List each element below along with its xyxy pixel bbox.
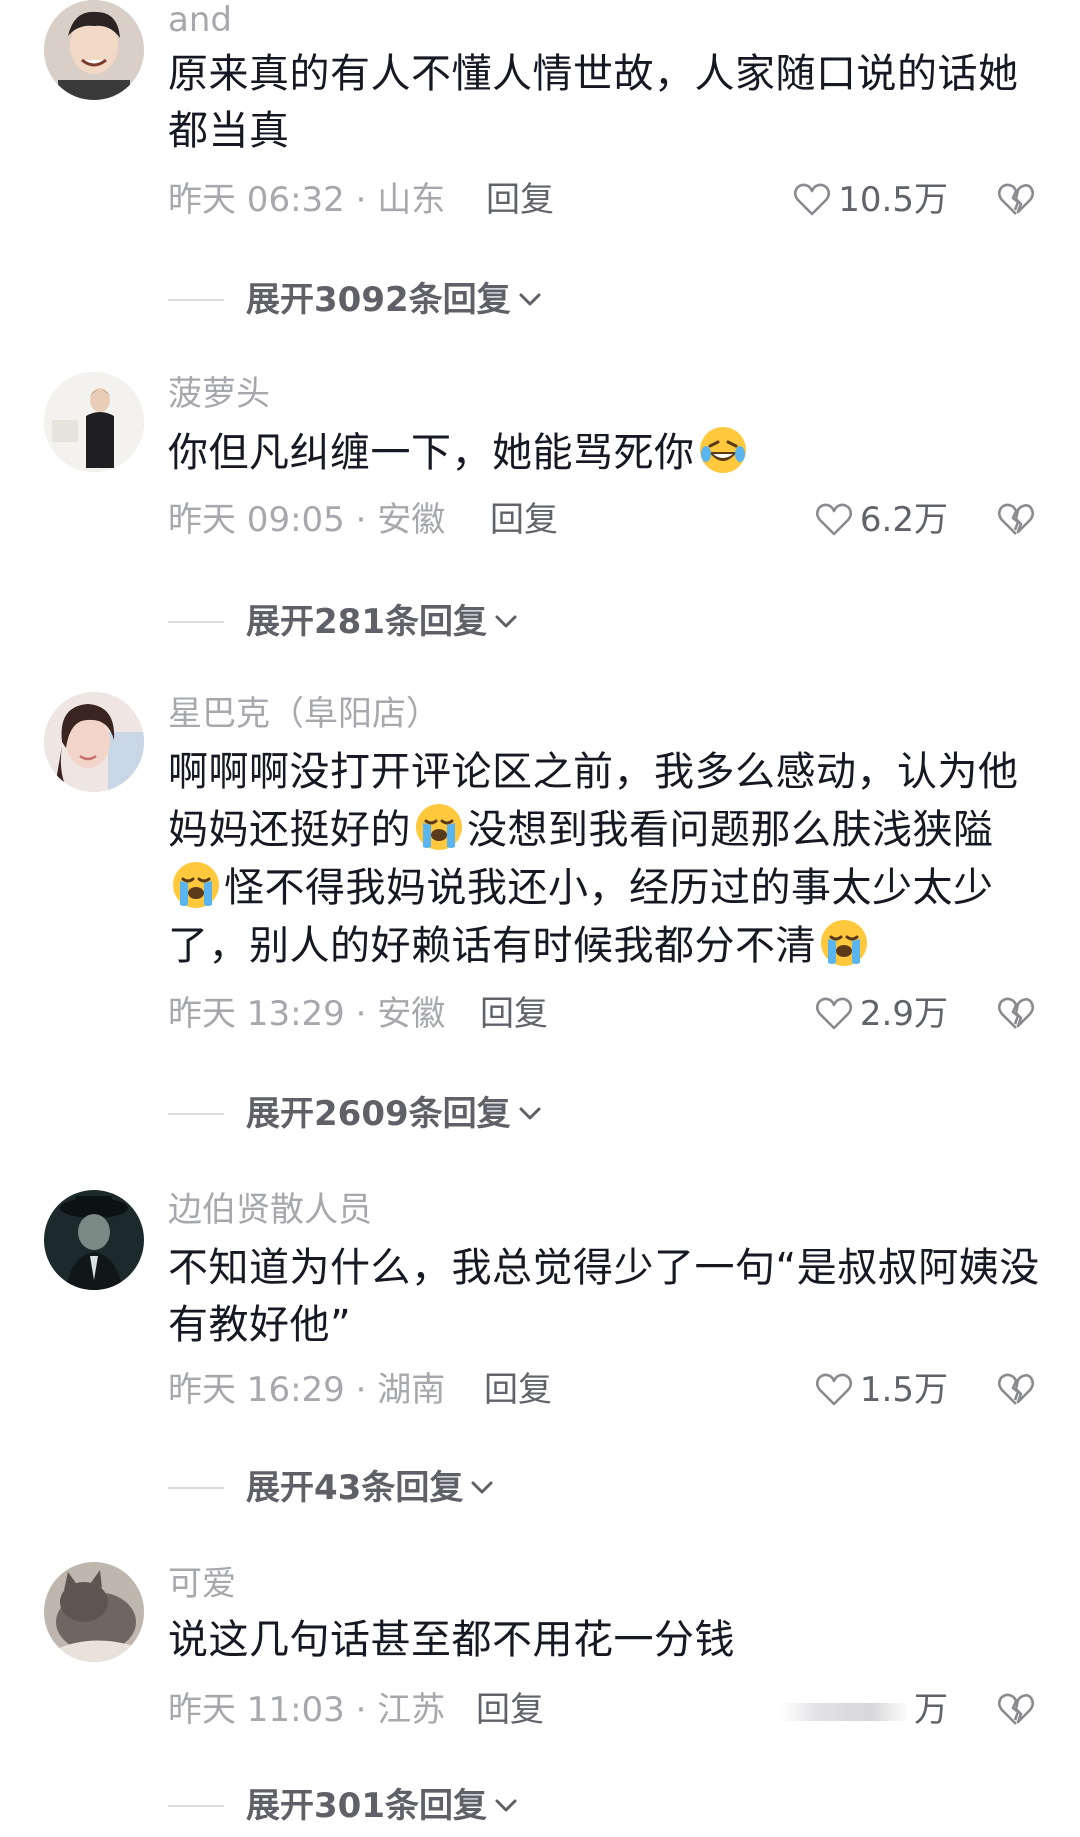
expand-replies-label: 展开43条回复 xyxy=(246,1468,464,1508)
reply-button[interactable]: 回复 xyxy=(490,500,558,540)
loudly-crying-emoji xyxy=(818,917,870,969)
like-count: 万 xyxy=(914,1690,948,1730)
comment-text: 不知道为什么，我总觉得少了一句“是叔叔阿姨没有教好他” xyxy=(168,1245,1040,1348)
chevron-down-icon xyxy=(519,293,541,306)
expand-replies-label: 展开2609条回复 xyxy=(246,1094,511,1134)
broken-heart-icon[interactable] xyxy=(996,180,1036,220)
heart-outline-icon xyxy=(815,997,852,1030)
like-button[interactable]: 2.9万 xyxy=(814,994,948,1034)
expand-replies-button[interactable]: 展开2609条回复 xyxy=(168,1094,545,1134)
reply-button[interactable]: 回复 xyxy=(484,1370,552,1410)
expand-replies-label: 展开281条回复 xyxy=(246,602,487,642)
rolling-on-floor-laughing-emoji xyxy=(697,424,749,476)
broken-heart-icon[interactable] xyxy=(996,994,1036,1034)
reply-button[interactable]: 回复 xyxy=(486,180,554,220)
comment-time-location: 昨天 13:29 · 安徽 xyxy=(168,994,446,1034)
loudly-crying-emoji xyxy=(413,801,465,853)
username[interactable]: 边伯贤散人员 xyxy=(168,1190,372,1230)
username[interactable]: 菠萝头 xyxy=(168,374,270,414)
like-count: 10.5万 xyxy=(838,180,948,220)
comment-time-location: 昨天 11:03 · 江苏 xyxy=(168,1690,446,1730)
heart-outline-icon xyxy=(815,503,852,536)
comment-time-location: 昨天 16:29 · 湖南 xyxy=(168,1370,446,1410)
avatar[interactable] xyxy=(44,372,144,472)
divider xyxy=(168,1487,224,1489)
like-count: 1.5万 xyxy=(859,1370,948,1410)
avatar[interactable] xyxy=(44,1190,144,1290)
reply-button[interactable]: 回复 xyxy=(476,1690,544,1730)
expand-replies-button[interactable]: 展开301条回复 xyxy=(168,1786,521,1826)
comment-time-location: 昨天 06:32 · 山东 xyxy=(168,180,446,220)
reply-button[interactable]: 回复 xyxy=(480,994,548,1034)
like-button[interactable]: 10.5万 xyxy=(792,180,948,220)
expand-replies-label: 展开301条回复 xyxy=(246,1786,487,1826)
expand-replies-label: 展开3092条回复 xyxy=(246,280,511,320)
heart-outline-icon xyxy=(794,183,831,216)
chevron-down-icon xyxy=(495,1799,517,1812)
like-button[interactable]: 万 xyxy=(780,1690,948,1730)
expand-replies-button[interactable]: 展开3092条回复 xyxy=(168,280,545,320)
broken-heart-icon[interactable] xyxy=(996,1690,1036,1730)
comment-time-location: 昨天 09:05 · 安徽 xyxy=(168,500,446,540)
divider xyxy=(168,1113,224,1115)
divider xyxy=(168,299,224,301)
divider xyxy=(168,621,224,623)
like-count: 2.9万 xyxy=(859,994,948,1034)
comment-text: 原来真的有人不懂人情世故，人家随口说的话她都当真 xyxy=(168,51,1019,154)
loudly-crying-emoji xyxy=(170,859,222,911)
divider xyxy=(168,1805,224,1807)
username[interactable]: and xyxy=(168,0,232,40)
comment-text: 啊啊啊没打开评论区之前，我多么感动，认为他妈妈还挺好的 没想到我看问题那么肤浅狭隘… xyxy=(168,749,1019,969)
avatar[interactable] xyxy=(44,1562,144,1662)
comment-text: 你但凡纠缠一下，她能骂死你 xyxy=(168,424,1048,482)
username[interactable]: 星巴克（阜阳店） xyxy=(168,694,440,734)
avatar[interactable] xyxy=(44,0,144,100)
chevron-down-icon xyxy=(471,1481,493,1494)
comment-text: 说这几句话甚至都不用花一分钱 xyxy=(168,1617,735,1663)
chevron-down-icon xyxy=(519,1107,541,1120)
expand-replies-button[interactable]: 展开281条回复 xyxy=(168,602,521,642)
like-button[interactable]: 6.2万 xyxy=(814,500,948,540)
like-button[interactable]: 1.5万 xyxy=(814,1370,948,1410)
username[interactable]: 可爱 xyxy=(168,1564,236,1604)
expand-replies-button[interactable]: 展开43条回复 xyxy=(168,1468,497,1508)
broken-heart-icon[interactable] xyxy=(996,500,1036,540)
avatar[interactable] xyxy=(44,692,144,792)
chevron-down-icon xyxy=(495,615,517,628)
blurred-like-count xyxy=(780,1702,910,1721)
broken-heart-icon[interactable] xyxy=(996,1370,1036,1410)
heart-outline-icon xyxy=(815,1373,852,1406)
like-count: 6.2万 xyxy=(859,500,948,540)
